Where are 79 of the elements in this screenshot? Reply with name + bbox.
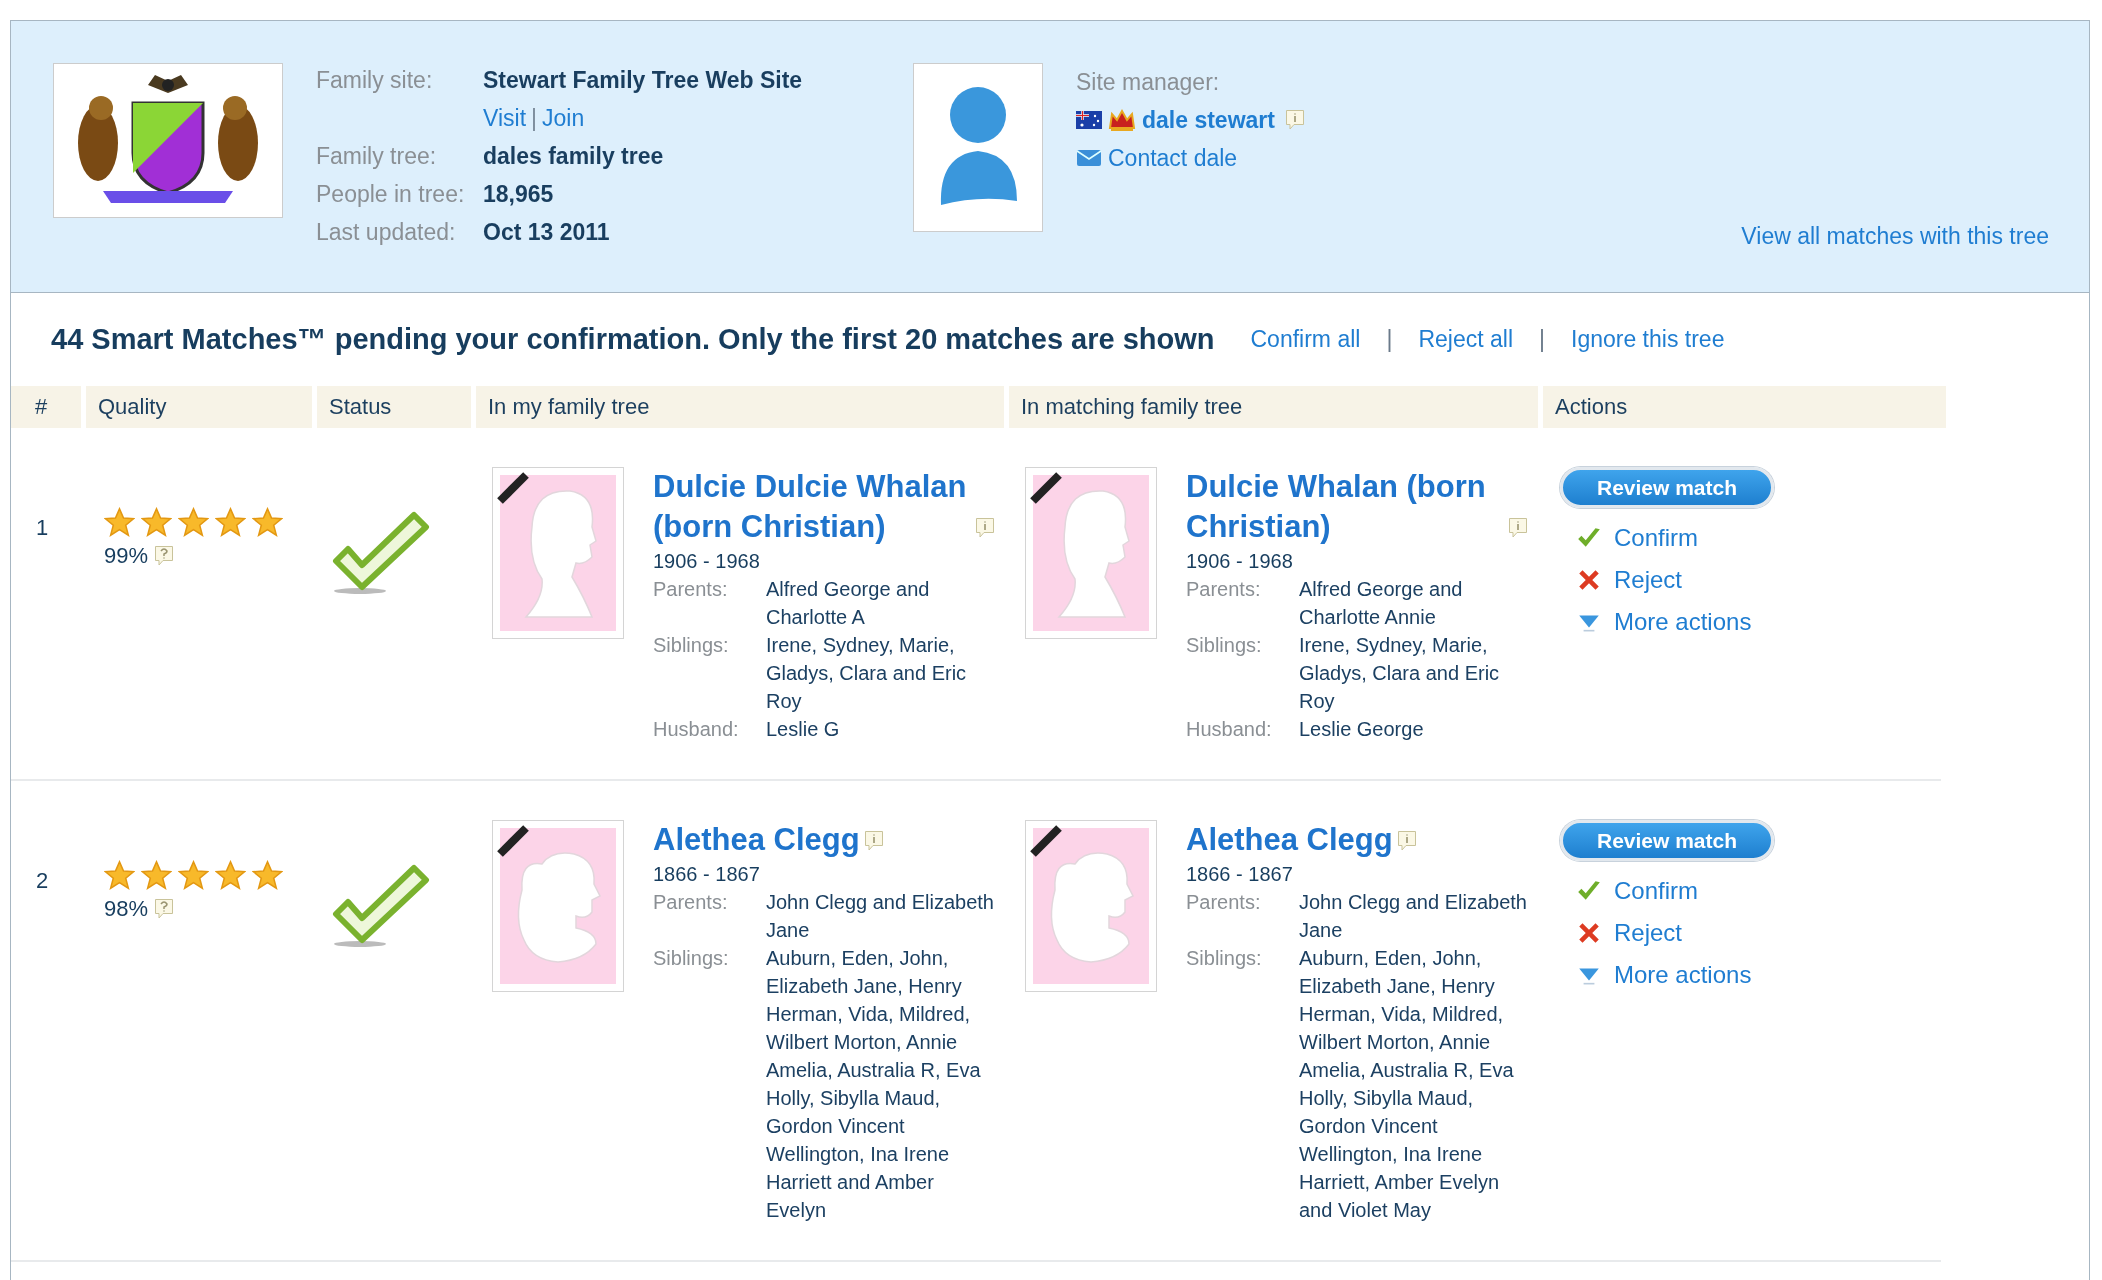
action-link[interactable]: More actions [1614, 608, 1752, 636]
relation-names: Auburn, Eden, John, Elizabeth Jane, Henry Herman, Vida, Mildred, Wilbert Morton, Annie Amelia, Australia R, Eva Holly, Sibylla Maud, Gordon Vincent Wellington, Ina Irene Harriett, Amber Evelyn and Violet May [1299, 946, 1515, 1223]
relation-label: Siblings: [1186, 946, 1263, 971]
envelope-icon [1076, 148, 1102, 168]
life-years: 1866 - 1867 [1186, 862, 1294, 887]
relation-label: Siblings: [653, 633, 730, 658]
relation-names: Irene, Sydney, Marie, Gladys, Clara and Eric Roy [766, 633, 968, 714]
action-link[interactable]: Reject [1614, 919, 1683, 947]
life-years: 1906 - 1968 [1186, 549, 1294, 574]
column-header: Status [317, 386, 471, 428]
info-icon[interactable] [1508, 517, 1528, 539]
crown-icon [1108, 108, 1136, 132]
person-name-link[interactable]: Alethea Clegg [1186, 820, 1393, 860]
last-updated-date: Oct 13 2011 [483, 218, 611, 247]
action-link[interactable]: Confirm [1614, 524, 1698, 552]
person-name-link[interactable]: Dulcie Dulcie Whalan (born Christian) [653, 467, 971, 547]
review-match-button[interactable]: Review match [1560, 820, 1774, 861]
field-label: Family site: [316, 66, 434, 95]
review-match-button[interactable]: Review match [1560, 467, 1774, 508]
manager-name-link[interactable]: dale stewart [1142, 106, 1275, 134]
relation-label: Parents: [1186, 577, 1262, 602]
info-icon[interactable] [975, 517, 995, 539]
person-name-link[interactable]: Alethea Clegg [653, 820, 860, 860]
flag-icon [1076, 111, 1102, 129]
matches-heading: 44 Smart Matches™ pending your confirmation. Only the first 20 matches are shown [51, 323, 1215, 356]
separator: | [1539, 326, 1545, 353]
relation-names: John Clegg and Elizabeth Jane [1299, 890, 1528, 943]
contact-link[interactable]: Contact dale [1108, 144, 1238, 172]
help-icon[interactable] [154, 545, 175, 567]
site-link[interactable]: Visit [483, 99, 527, 137]
relation-names: Alfred George and Charlotte A [766, 577, 931, 630]
person-name-link[interactable]: Dulcie Whalan (born Christian) [1186, 467, 1504, 547]
relation-names: Auburn, Eden, John, Elizabeth Jane, Henry Herman, Vida, Mildred, Wilbert Morton, Annie Amelia, Australia R, Eva Holly, Sibylla Maud, Gordon Vincent Wellington, Ina Irene Harriett and Amber Evelyn [766, 946, 982, 1223]
relation-label: Siblings: [653, 946, 730, 971]
relation-label: Parents: [653, 577, 729, 602]
match-quality: 99% [104, 543, 149, 569]
family-tree-name: dales family tree [483, 142, 665, 171]
relation-label: Husband: [1186, 717, 1273, 742]
action-link[interactable]: Reject [1614, 566, 1683, 594]
relation-names: Leslie George [1299, 717, 1425, 742]
life-years: 1866 - 1867 [653, 862, 761, 887]
life-years: 1906 - 1968 [653, 549, 761, 574]
relation-names: Leslie G [766, 717, 841, 742]
people-count: 18,965 [483, 180, 555, 209]
column-header: # [11, 386, 81, 428]
match-quality: 98% [104, 896, 149, 922]
column-header: Quality [86, 386, 312, 428]
family-site-name: Stewart Family Tree Web Site [483, 66, 804, 95]
bulk-action-link[interactable]: Confirm all [1250, 326, 1361, 353]
column-header: In my family tree [476, 386, 1004, 428]
action-link[interactable]: Confirm [1614, 877, 1698, 905]
relation-label: Parents: [1186, 890, 1262, 915]
relation-label: Husband: [653, 717, 740, 742]
row-number: 2 [35, 867, 50, 895]
action-link[interactable]: More actions [1614, 961, 1752, 989]
relation-names: Alfred George and Charlotte Annie [1299, 577, 1464, 630]
field-label: Family tree: [316, 142, 438, 171]
site-manager-label: Site manager: [1076, 68, 1221, 97]
cross-icon [1576, 567, 1602, 593]
field-label: Last updated: [316, 218, 457, 247]
info-icon[interactable] [1396, 830, 1417, 852]
bulk-action-link[interactable]: Ignore this tree [1571, 326, 1725, 353]
relation-label: Parents: [653, 890, 729, 915]
cross-icon [1576, 920, 1602, 946]
info-icon[interactable] [863, 830, 884, 852]
field-label: People in tree: [316, 180, 466, 209]
relation-names: John Clegg and Elizabeth Jane [766, 890, 995, 943]
site-link[interactable]: Join [542, 99, 585, 137]
column-header: In matching family tree [1009, 386, 1538, 428]
info-icon[interactable] [1284, 109, 1305, 131]
separator: | [1386, 326, 1393, 353]
column-header: Actions [1543, 386, 1946, 428]
help-icon[interactable] [154, 898, 175, 920]
separator: | [531, 104, 538, 133]
relation-names: Irene, Sydney, Marie, Gladys, Clara and Eric Roy [1299, 633, 1501, 714]
row-number: 1 [35, 514, 50, 542]
bulk-action-link[interactable]: Reject all [1418, 326, 1513, 353]
relation-label: Siblings: [1186, 633, 1263, 658]
view-all-matches-link[interactable]: View all matches with this tree [1741, 223, 2049, 250]
